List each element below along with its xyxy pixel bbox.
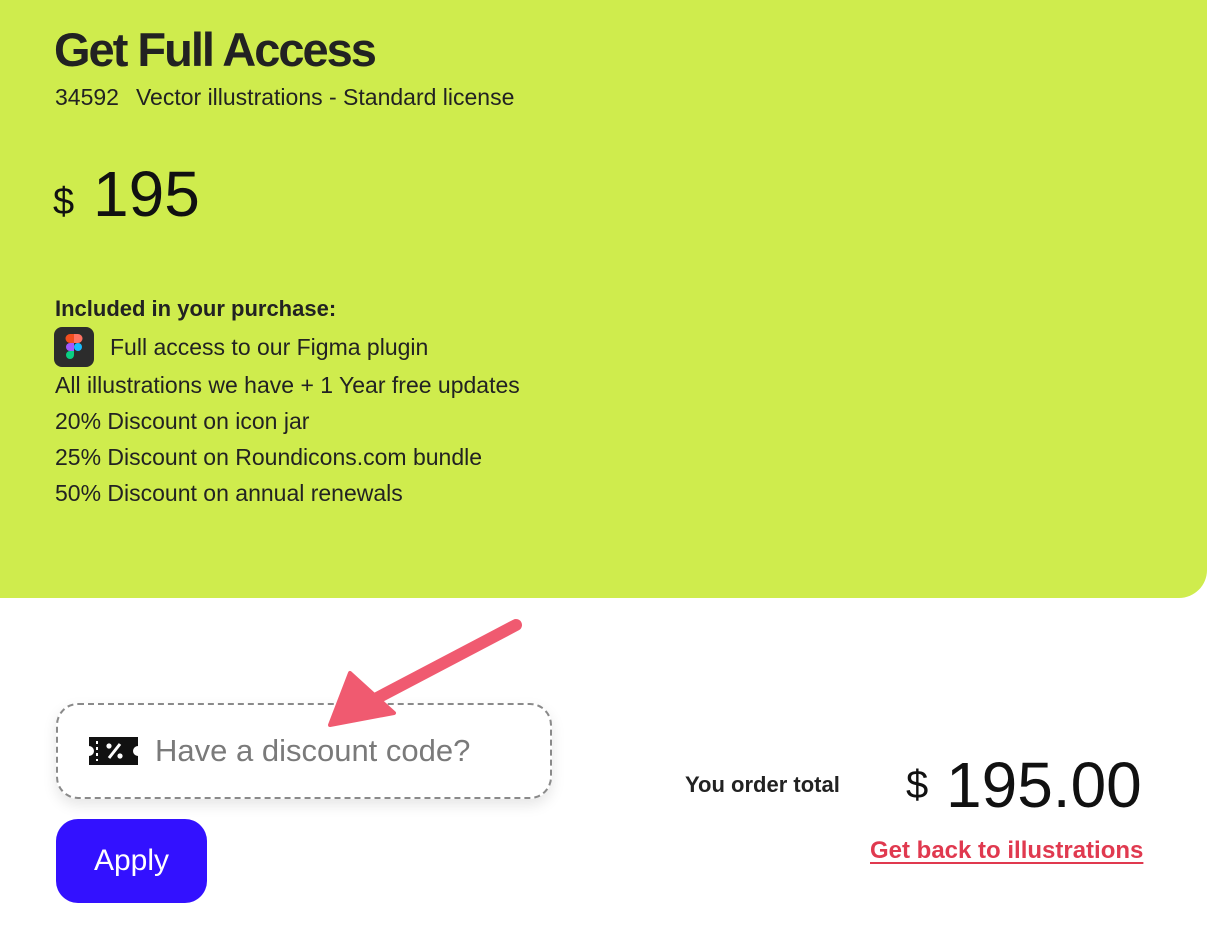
- feature-item: 25% Discount on Roundicons.com bundle: [55, 444, 483, 470]
- price-amount: 195: [93, 158, 200, 230]
- license-name: Vector illustrations - Standard license: [135, 84, 515, 110]
- price-currency: $: [53, 181, 75, 223]
- discount-input[interactable]: [155, 733, 515, 769]
- order-total-amount: 195.00: [946, 749, 1142, 821]
- apply-button[interactable]: Apply: [56, 819, 207, 903]
- included-heading: Included in your purchase:: [55, 296, 337, 321]
- checkout-page: Get Full Access 34592 Vector illustration…: [0, 0, 1212, 936]
- feature-item: 20% Discount on icon jar: [55, 408, 310, 434]
- feature-item: All illustrations we have + 1 Year free …: [55, 372, 520, 398]
- pointer-arrow-icon: [328, 619, 522, 727]
- order-total-currency: $: [906, 763, 929, 807]
- pricing-panel: Get Full Access 34592 Vector illustration…: [0, 0, 1207, 598]
- feature-item: 50% Discount on annual renewals: [55, 480, 403, 506]
- window-edge: [1207, 0, 1212, 598]
- back-to-illustrations-link[interactable]: Get back to illustrations: [870, 837, 1143, 865]
- page-title: Get Full Access: [54, 23, 377, 76]
- feature-item-figma: Full access to our Figma plugin: [54, 327, 428, 367]
- feature-label: Full access to our Figma plugin: [110, 333, 429, 360]
- product-subtitle: 34592 Vector illustrations - Standard lic…: [55, 84, 514, 111]
- illustration-count: 34592: [55, 84, 119, 110]
- figma-icon: [54, 327, 94, 367]
- ticket-percent-icon: [89, 737, 138, 765]
- order-total-label: You order total: [685, 772, 840, 797]
